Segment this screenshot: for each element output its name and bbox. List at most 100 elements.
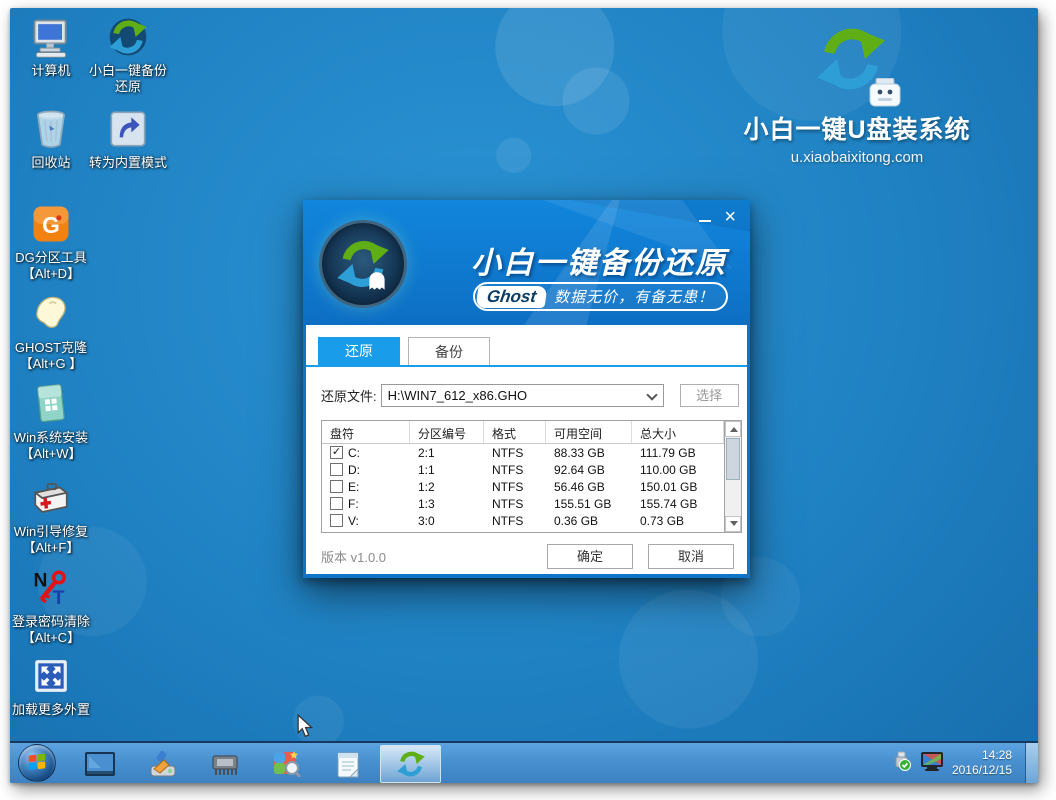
brand-logo-icon: [814, 22, 900, 106]
dialog-logo-icon: [319, 220, 407, 308]
brand-block: 小白一键U盘装系统 u.xiaobaixitong.com: [732, 22, 982, 166]
desktop-icon-win-install[interactable]: Win系统安装【Alt+W】: [10, 381, 95, 462]
table-cell: 150.01 GB: [632, 480, 724, 494]
tray-clock[interactable]: 14:28 2016/12/15: [952, 748, 1012, 778]
scroll-up-icon[interactable]: [725, 421, 741, 437]
desktop-icon-computer[interactable]: 计算机: [10, 14, 95, 79]
table-cell: 111.79 GB: [632, 446, 724, 460]
table-row[interactable]: ✓C:2:1NTFS88.33 GB111.79 GB: [322, 444, 724, 461]
start-button[interactable]: [18, 744, 56, 782]
scroll-thumb[interactable]: [726, 438, 740, 480]
table-cell: 56.46 GB: [546, 480, 632, 494]
taskbar-item-memory-tool[interactable]: [210, 749, 240, 779]
table-cell: 110.00 GB: [632, 463, 724, 477]
table-row[interactable]: V:3:0NTFS0.36 GB0.73 GB: [322, 512, 724, 529]
usb-tray-icon[interactable]: [890, 750, 912, 777]
table-row[interactable]: D:1:1NTFS92.64 GB110.00 GB: [322, 461, 724, 478]
desktop-icon-label: GHOST克隆【Alt+G 】: [10, 340, 95, 372]
header-drive: 盘符: [322, 421, 410, 443]
tab-restore[interactable]: 还原: [318, 337, 400, 365]
desktop-icon-label: 加载更多外置: [12, 702, 90, 718]
restore-file-value: H:\WIN7_612_x86.GHO: [388, 388, 527, 403]
desktop-icon-internal-mode[interactable]: 转为内置模式: [84, 106, 172, 171]
desktop-icon-boot-repair[interactable]: Win引导修复【Alt+F】: [10, 475, 95, 556]
password-clear-icon: N T: [28, 565, 74, 611]
desktop-icon-xiaobai-backup[interactable]: 小白一键备份还原: [84, 14, 172, 95]
dialog-banner: × 小白一键备份还原 Ghost 数据无价，有备无患！: [303, 200, 750, 325]
table-cell: 1:2: [410, 480, 484, 494]
header-total-size: 总大小: [632, 421, 724, 443]
slogan-text: 数据无价，有备无患！: [554, 286, 714, 307]
tray-date: 2016/12/15: [952, 763, 1012, 778]
table-cell: 155.51 GB: [546, 497, 632, 511]
chevron-down-icon: [646, 389, 657, 400]
mouse-cursor: [296, 714, 314, 743]
header-free-space: 可用空间: [546, 421, 632, 443]
svg-text:T: T: [53, 588, 65, 609]
recycle-bin-icon: [28, 106, 74, 152]
row-checkbox[interactable]: [330, 463, 343, 476]
minimize-icon[interactable]: [698, 211, 712, 225]
table-cell: NTFS: [484, 480, 546, 494]
desktop-icon-label: 登录密码清除【Alt+C】: [10, 614, 95, 646]
table-cell: NTFS: [484, 446, 546, 460]
table-cell: 88.33 GB: [546, 446, 632, 460]
table-scrollbar[interactable]: [724, 421, 741, 532]
brand-title: 小白一键U盘装系统: [732, 110, 982, 146]
table-cell: 0.36 GB: [546, 514, 632, 528]
desktop-icon-label: 转为内置模式: [89, 155, 167, 171]
ghost-brand-label: Ghost: [475, 286, 547, 308]
desktop-icon-diskgenius[interactable]: G DG分区工具【Alt+D】: [10, 201, 95, 282]
display-tray-icon[interactable]: [920, 750, 944, 777]
row-checkbox[interactable]: [330, 480, 343, 493]
table-row[interactable]: F:1:3NTFS155.51 GB155.74 GB: [322, 495, 724, 512]
taskbar-item-desktop-preview[interactable]: [85, 749, 115, 779]
tray-time: 14:28: [952, 748, 1012, 763]
restore-file-combobox[interactable]: H:\WIN7_612_x86.GHO: [381, 384, 664, 407]
ok-button[interactable]: 确定: [547, 544, 633, 569]
row-checkbox[interactable]: [330, 497, 343, 510]
table-cell: 1:1: [410, 463, 484, 477]
taskbar: 14:28 2016/12/15: [10, 741, 1038, 783]
tabbar-underline: [306, 365, 747, 367]
tab-backup[interactable]: 备份: [408, 337, 490, 365]
win-install-icon: [28, 381, 74, 427]
header-partition: 分区编号: [410, 421, 484, 443]
row-checkbox[interactable]: [330, 514, 343, 527]
desktop-icon-recycle-bin[interactable]: 回收站: [10, 106, 95, 171]
table-cell: NTFS: [484, 497, 546, 511]
dialog-title: 小白一键备份还原: [471, 238, 727, 282]
cancel-button[interactable]: 取消: [648, 544, 734, 569]
ghost-slogan-badge: Ghost 数据无价，有备无患！: [473, 282, 728, 311]
svg-text:G: G: [42, 212, 60, 238]
partition-table-header: 盘符 分区编号 格式 可用空间 总大小: [322, 421, 741, 444]
show-desktop-button[interactable]: [1025, 743, 1038, 783]
load-more-icon: [28, 653, 74, 699]
select-file-button[interactable]: 选择: [680, 384, 739, 407]
desktop-icon-ghost-clone[interactable]: GHOST克隆【Alt+G 】: [10, 291, 95, 372]
close-icon[interactable]: ×: [724, 210, 736, 226]
desktop-screen: 计算机 小白一键备份还原 回收站 转为内置模式: [10, 8, 1038, 783]
drive-cell: ✓C:: [322, 446, 410, 460]
desktop-icon-password-clear[interactable]: N T 登录密码清除【Alt+C】: [10, 565, 95, 646]
taskbar-item-xiaobai-active[interactable]: [380, 745, 441, 783]
drive-cell: V:: [322, 514, 410, 528]
desktop-icon-load-more[interactable]: 加载更多外置: [10, 653, 95, 718]
brand-url: u.xiaobaixitong.com: [732, 149, 982, 166]
xiaobai-backup-icon: [105, 14, 151, 60]
taskbar-item-notepad[interactable]: [333, 749, 363, 779]
usb-drive-icon: [868, 78, 902, 108]
header-format: 格式: [484, 421, 546, 443]
desktop-icon-label: Win引导修复【Alt+F】: [10, 524, 95, 556]
table-cell: NTFS: [484, 463, 546, 477]
table-row[interactable]: E:1:2NTFS56.46 GB150.01 GB: [322, 478, 724, 495]
scroll-down-icon[interactable]: [725, 516, 741, 532]
row-checkbox[interactable]: ✓: [330, 446, 343, 459]
table-cell: 3:0: [410, 514, 484, 528]
drive-cell: F:: [322, 497, 410, 511]
desktop-icon-label: 小白一键备份还原: [84, 63, 172, 95]
dialog-body: 还原 备份 还原文件: H:\WIN7_612_x86.GHO 选择 盘符 分区…: [306, 325, 747, 574]
taskbar-item-disk-cleaner[interactable]: [148, 749, 178, 779]
taskbar-item-capture-tool[interactable]: [272, 749, 302, 779]
drive-cell: E:: [322, 480, 410, 494]
